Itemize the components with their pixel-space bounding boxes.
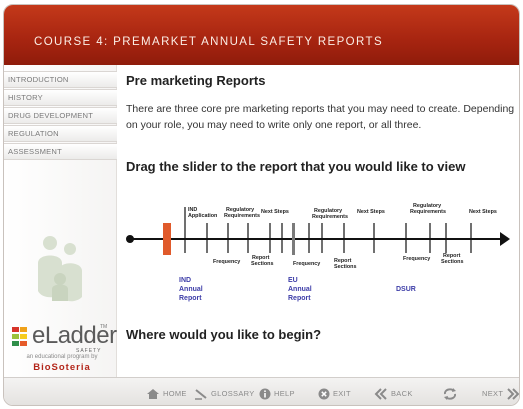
logo-trademark: TM <box>100 324 108 330</box>
eu-marker <box>292 223 295 255</box>
slider-heading: Drag the slider to the report that you w… <box>126 159 466 174</box>
sidebar-item-introduction[interactable]: INTRODUCTION <box>4 71 117 88</box>
begin-heading: Where would you like to begin? <box>126 327 322 342</box>
reload-button[interactable] <box>442 387 458 401</box>
report-timeline[interactable]: IND Application Regulatory Requirements … <box>124 183 520 323</box>
label-next-steps-2: Next Steps <box>357 209 385 215</box>
report-ind-1[interactable]: IND <box>179 277 191 284</box>
timeline-arrow-icon <box>500 232 510 246</box>
help-button[interactable]: HELP <box>259 387 295 401</box>
glossary-label: GLOSSARY <box>211 389 255 399</box>
label-report-sections-1b: Sections <box>251 261 273 267</box>
logo-square-red <box>12 327 19 332</box>
label-frequency-2: Frequency <box>293 261 320 267</box>
course-header: Course 4: Premarket Annual Safety Report… <box>4 5 519 65</box>
label-report-sections-2b: Sections <box>334 264 356 270</box>
close-icon <box>318 388 330 400</box>
next-button[interactable]: NEXT <box>479 387 519 401</box>
glossary-button[interactable]: GLOSSARY <box>194 387 255 401</box>
label-ind-application-2: Application <box>188 213 217 219</box>
logo-brand: BioSoteria <box>33 362 91 373</box>
exit-label: EXIT <box>333 389 351 399</box>
logo-square-yellow <box>20 334 27 339</box>
next-arrow-icon <box>507 388 519 400</box>
report-eu-2[interactable]: Annual <box>288 286 312 293</box>
label-next-steps-3: Next Steps <box>469 209 497 215</box>
course-title: Course 4: Premarket Annual Safety Report… <box>34 36 384 48</box>
report-ind-3[interactable]: Report <box>179 295 202 302</box>
label-reg-req-2b: Requirements <box>312 214 348 220</box>
logo-square-red2 <box>20 341 27 346</box>
sidebar-item-history[interactable]: HISTORY <box>4 89 117 106</box>
exit-button[interactable]: EXIT <box>318 387 351 401</box>
label-frequency-1: Frequency <box>213 259 240 265</box>
back-arrow-icon <box>374 388 387 400</box>
slider-handle[interactable] <box>163 223 171 255</box>
label-reg-req-1b: Requirements <box>224 213 260 219</box>
label-reg-req-3b: Requirements <box>410 209 446 215</box>
label-report-sections-3b: Sections <box>441 259 463 265</box>
course-window: Course 4: Premarket Annual Safety Report… <box>3 4 520 406</box>
family-watermark-icon <box>38 236 82 302</box>
home-label: HOME <box>163 389 187 399</box>
report-eu-1[interactable]: EU <box>288 277 298 284</box>
logo-square-orange <box>20 327 27 332</box>
back-label: BACK <box>391 389 413 399</box>
eladder-logo: eLadder TM SAFETY an educational program… <box>8 322 117 377</box>
report-dsur[interactable]: DSUR <box>396 286 416 293</box>
help-label: HELP <box>274 389 295 399</box>
glossary-icon <box>195 389 207 400</box>
timeline-start-dot <box>126 235 134 243</box>
logo-square-green <box>12 334 19 339</box>
report-eu-3[interactable]: Report <box>288 295 311 302</box>
reload-icon <box>443 388 457 401</box>
home-icon <box>147 389 159 400</box>
info-icon <box>259 388 271 400</box>
sidebar-item-assessment[interactable]: ASSESSMENT <box>4 143 117 160</box>
label-next-steps-1: Next Steps <box>261 209 289 215</box>
sidebar-item-drug-development[interactable]: DRUG DEVELOPMENT <box>4 107 117 124</box>
next-label: NEXT <box>482 389 504 399</box>
page-title: Pre marketing Reports <box>126 73 266 88</box>
logo-tagline: an educational program by <box>26 354 98 360</box>
report-ind-2[interactable]: Annual <box>179 286 203 293</box>
footer-toolbar: HOME GLOSSARY HELP EXIT BACK NEXT <box>4 377 519 405</box>
intro-text: There are three core pre marketing repor… <box>126 103 515 131</box>
back-button[interactable]: BACK <box>374 387 413 401</box>
sidebar-item-regulation[interactable]: REGULATION <box>4 125 117 142</box>
main-content: Pre marketing Reports There are three co… <box>124 65 520 377</box>
sidebar: INTRODUCTION HISTORY DRUG DEVELOPMENT RE… <box>4 65 117 377</box>
label-frequency-3: Frequency <box>403 256 430 262</box>
logo-square-darkgreen <box>12 341 19 346</box>
home-button[interactable]: HOME <box>146 387 187 401</box>
